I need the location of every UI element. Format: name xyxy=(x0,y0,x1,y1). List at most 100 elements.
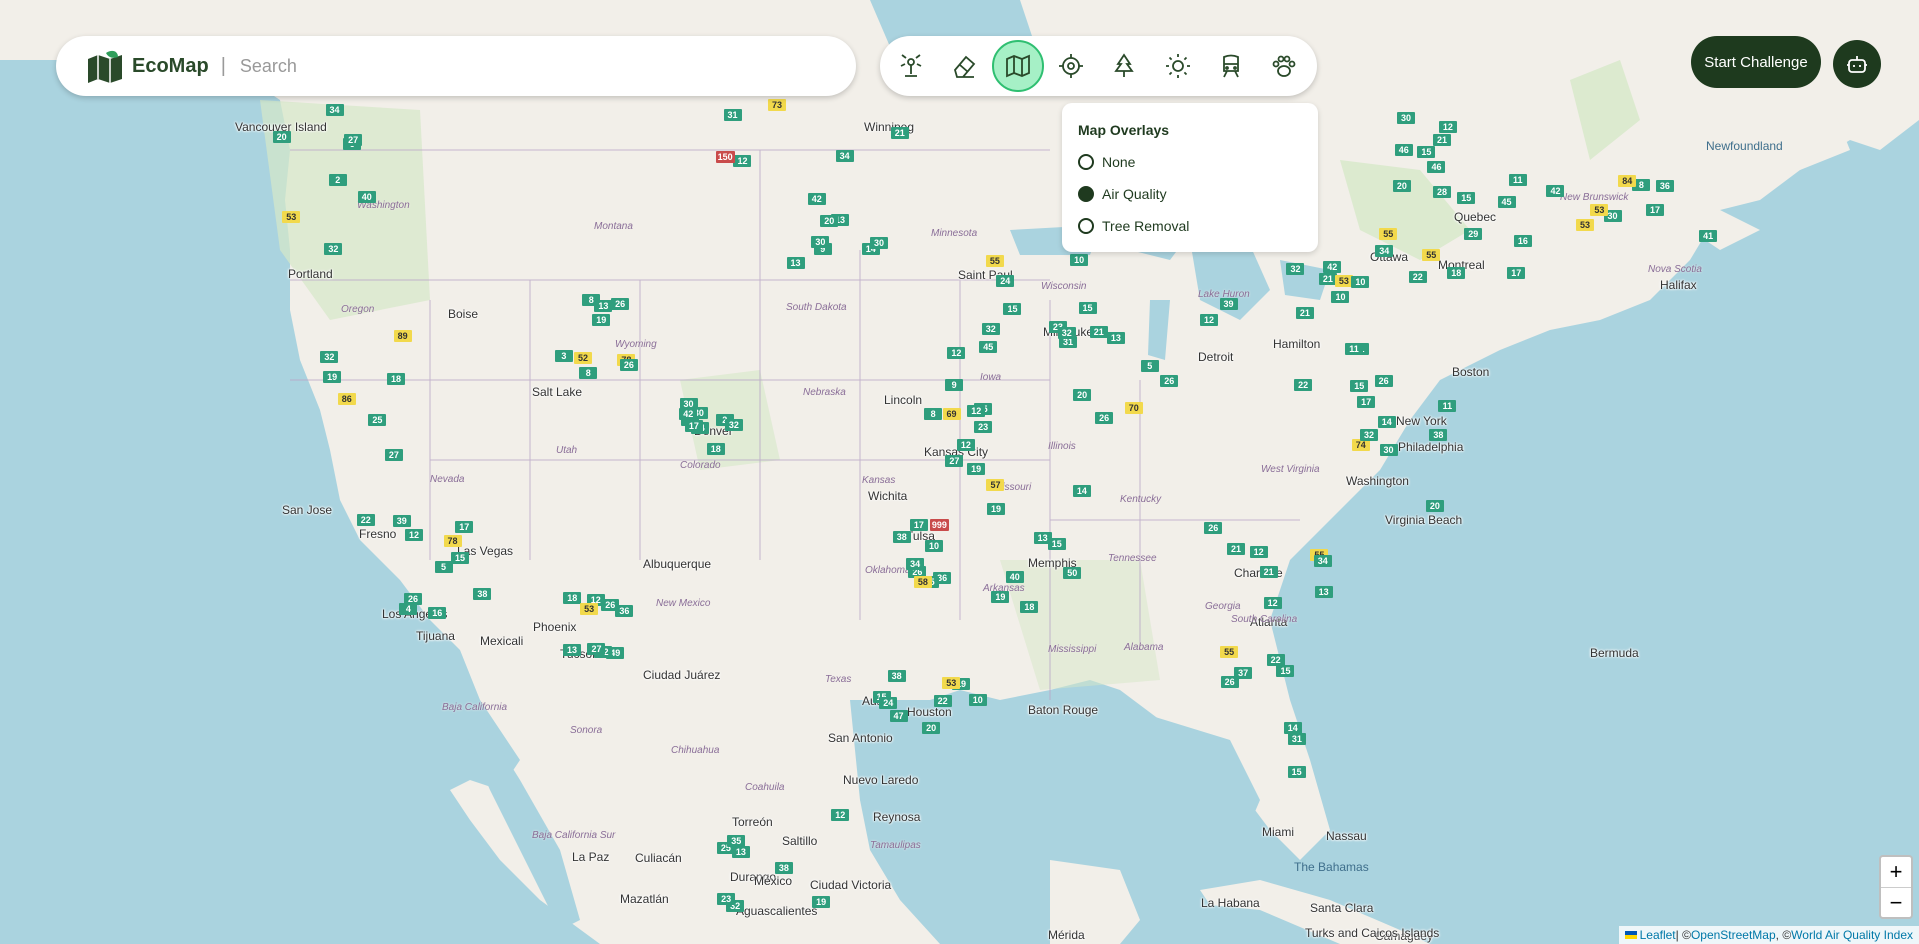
aqi-marker[interactable]: 19 xyxy=(323,370,342,383)
aqi-marker[interactable]: 42 xyxy=(1323,261,1342,274)
aqi-marker[interactable]: 27 xyxy=(344,134,363,147)
overlay-option-tree-removal[interactable]: Tree Removal xyxy=(1078,218,1189,234)
aqi-marker[interactable]: 22 xyxy=(356,514,375,527)
aqi-marker[interactable]: 20 xyxy=(1073,388,1092,401)
aqi-marker[interactable]: 55 xyxy=(1422,248,1441,261)
aqi-marker[interactable]: 14 xyxy=(1072,484,1091,497)
aqi-marker[interactable]: 20 xyxy=(922,721,941,734)
aqi-marker[interactable]: 42 xyxy=(679,407,698,420)
aqi-marker[interactable]: 10 xyxy=(1351,276,1370,289)
aqi-marker[interactable]: 53 xyxy=(942,677,961,690)
aqi-marker[interactable]: 10 xyxy=(968,694,987,707)
map-overlays-button[interactable] xyxy=(992,40,1044,92)
aqi-marker[interactable]: 25 xyxy=(368,414,387,427)
aqi-marker[interactable]: 24 xyxy=(879,697,898,710)
aqi-marker[interactable]: 31 xyxy=(1287,733,1306,746)
aqi-marker[interactable]: 26 xyxy=(1220,676,1239,689)
aqi-marker[interactable]: 39 xyxy=(392,515,411,527)
aqi-marker[interactable]: 27 xyxy=(587,643,606,656)
zoom-out-button[interactable]: − xyxy=(1881,888,1911,918)
aqi-marker[interactable]: 30 xyxy=(1379,444,1398,457)
aqi-marker[interactable]: 999 xyxy=(929,518,949,531)
aqi-marker[interactable]: 17 xyxy=(1507,267,1526,280)
assistant-button[interactable] xyxy=(1833,40,1881,88)
aqi-marker[interactable]: 12 xyxy=(733,154,752,167)
aqi-marker[interactable]: 21 xyxy=(890,127,909,140)
aqi-marker[interactable]: 32 xyxy=(1286,262,1305,275)
aqi-marker[interactable]: 26 xyxy=(611,298,630,311)
aqi-marker[interactable]: 16 xyxy=(1513,235,1532,248)
aqi-marker[interactable]: 42 xyxy=(1546,185,1565,198)
aqi-marker[interactable]: 40 xyxy=(1005,570,1024,583)
aqi-marker[interactable]: 41 xyxy=(1699,230,1718,243)
aqi-marker[interactable]: 13 xyxy=(731,845,750,858)
aqi-marker[interactable]: 19 xyxy=(967,463,986,475)
aqi-marker[interactable]: 15 xyxy=(1003,302,1022,315)
aqi-marker[interactable]: 21 xyxy=(1259,565,1278,578)
search-input[interactable] xyxy=(237,54,802,78)
aqi-marker[interactable]: 12 xyxy=(947,347,966,360)
aqi-marker[interactable]: 70 xyxy=(1124,402,1143,415)
aqi-marker[interactable]: 52 xyxy=(574,352,593,365)
aqi-marker[interactable]: 50 xyxy=(1063,566,1082,579)
map-canvas[interactable]: Boise San Jose Las Vegas Fresno Los Angeles T… xyxy=(0,0,1919,944)
aqi-marker[interactable]: 34 xyxy=(1375,245,1394,258)
aqi-marker[interactable]: 20 xyxy=(272,130,291,143)
aqi-marker[interactable]: 55 xyxy=(985,255,1004,268)
aqi-marker[interactable]: 22 xyxy=(1294,379,1313,392)
aqi-marker[interactable]: 24 xyxy=(996,274,1015,287)
aqi-marker[interactable]: 40 xyxy=(357,191,376,204)
aqi-marker[interactable]: 19 xyxy=(812,896,831,909)
aqi-marker[interactable]: 18 xyxy=(1447,266,1466,279)
overlay-option-none[interactable]: None xyxy=(1078,154,1135,170)
aqi-marker[interactable]: 20 xyxy=(820,214,839,227)
aqi-marker[interactable]: 31 xyxy=(723,108,742,121)
aqi-marker[interactable]: 19 xyxy=(592,313,611,326)
aqi-marker[interactable]: 46 xyxy=(1427,160,1446,173)
aqi-marker[interactable]: 4 xyxy=(399,602,418,615)
aqi-marker[interactable]: 18 xyxy=(387,373,405,386)
aqi-marker[interactable]: 69 xyxy=(942,407,961,420)
aqi-marker[interactable]: 12 xyxy=(1200,313,1218,326)
aqi-marker[interactable]: 34 xyxy=(906,558,925,571)
aqi-marker[interactable]: 12 xyxy=(831,809,850,822)
locate-button[interactable] xyxy=(1048,43,1094,89)
aqi-marker[interactable]: 21 xyxy=(1227,542,1246,555)
aqi-marker[interactable]: 18 xyxy=(706,443,725,456)
aqi-marker[interactable]: 23 xyxy=(717,892,736,905)
trees-button[interactable] xyxy=(1101,43,1147,89)
aqi-marker[interactable]: 38 xyxy=(887,670,906,683)
aqi-marker[interactable]: 17 xyxy=(1357,396,1376,409)
aqi-marker[interactable]: 5 xyxy=(1140,359,1159,372)
aqi-marker[interactable]: 20 xyxy=(1392,180,1411,193)
aqi-marker[interactable]: 32 xyxy=(1057,327,1076,340)
aqi-marker[interactable]: 30 xyxy=(811,236,830,249)
aqi-marker[interactable]: 12 xyxy=(1263,596,1282,609)
aqi-marker[interactable]: 15 xyxy=(1287,766,1306,779)
aqi-marker[interactable]: 26 xyxy=(1160,374,1179,387)
start-challenge-button[interactable]: Start Challenge xyxy=(1691,36,1821,88)
aqi-marker[interactable]: 13 xyxy=(1314,586,1333,599)
aqi-marker[interactable]: 13 xyxy=(1033,532,1052,545)
aqi-marker[interactable]: 10 xyxy=(925,539,944,552)
aqi-marker[interactable]: 39 xyxy=(1219,297,1238,310)
aqi-marker[interactable]: 13 xyxy=(1106,332,1125,345)
aqi-marker[interactable]: 8 xyxy=(579,367,598,379)
weather-button[interactable] xyxy=(1155,43,1201,89)
aqi-marker[interactable]: 26 xyxy=(619,358,638,371)
aqi-marker[interactable]: 13 xyxy=(786,256,805,269)
aqi-marker[interactable]: 2 xyxy=(328,173,347,186)
aqi-marker[interactable]: 13 xyxy=(594,300,613,313)
aqi-marker[interactable]: 17 xyxy=(1646,203,1665,216)
aqi-marker[interactable]: 34 xyxy=(325,104,344,117)
satellite-dish-button[interactable] xyxy=(888,43,934,89)
aqi-marker[interactable]: 55 xyxy=(1220,646,1239,659)
aqi-marker[interactable]: 38 xyxy=(892,531,911,544)
aqi-marker[interactable]: 11 xyxy=(1508,174,1527,187)
radio-tree-removal[interactable] xyxy=(1078,218,1094,234)
osm-link[interactable]: OpenStreetMap xyxy=(1691,928,1776,942)
aqi-marker[interactable]: 29 xyxy=(1464,228,1483,241)
wildlife-button[interactable] xyxy=(1261,43,1307,89)
aqi-marker[interactable]: 15 xyxy=(451,552,470,565)
zoom-in-button[interactable]: + xyxy=(1881,857,1911,888)
